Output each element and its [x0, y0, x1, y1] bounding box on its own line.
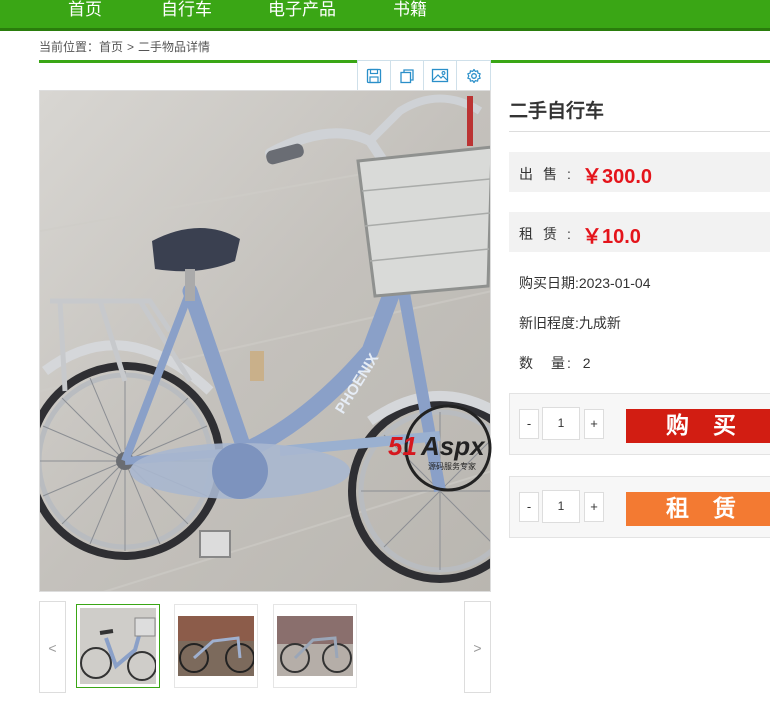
save-icon[interactable] [358, 61, 391, 90]
bicycle-photo: PHOENIX [40, 91, 490, 591]
buy-qty-input[interactable]: 1 [542, 407, 580, 440]
nav-item-books[interactable]: 书籍 [393, 0, 427, 28]
sale-price-row: 出售: ￥300.0 [509, 152, 770, 192]
breadcrumb: 当前位置：首页 > 二手物品详情 [39, 38, 210, 55]
rent-button[interactable]: 租赁 [626, 492, 770, 526]
thumbnail-strip: < > [39, 601, 491, 693]
buy-qty-plus-button[interactable]: + [584, 409, 604, 439]
purchase-date: 购买日期:2023-01-04 [519, 275, 651, 291]
quantity: 数 量: 2 [519, 353, 591, 373]
breadcrumb-current: 二手物品详情 [138, 40, 211, 54]
buy-qty-minus-button[interactable]: - [519, 409, 539, 439]
svg-text:Aspx: Aspx [420, 431, 486, 461]
rent-label: 租赁: [519, 226, 581, 242]
thumbnail-1[interactable] [76, 604, 160, 688]
rent-qty-plus-button[interactable]: + [584, 492, 604, 522]
nav-item-bicycle[interactable]: 自行车 [161, 0, 212, 28]
watermark-logo: 51 Aspx 源码服务专家 [388, 404, 492, 492]
product-title: 二手自行车 [509, 101, 605, 122]
rent-qty-minus-button[interactable]: - [519, 492, 539, 522]
copy-icon[interactable] [391, 61, 424, 90]
product-main-image[interactable]: PHOENIX [39, 90, 491, 592]
rent-price-row: 租赁: ￥10.0 [509, 212, 770, 252]
breadcrumb-home[interactable]: 首页 [99, 40, 123, 54]
settings-icon[interactable] [457, 61, 490, 90]
svg-text:源码服务专家: 源码服务专家 [428, 461, 476, 471]
rent-panel: - 1 + 租赁 [509, 476, 770, 538]
thumbnail-next-button[interactable]: > [464, 601, 491, 693]
quantity-label: 数 量: [519, 355, 573, 371]
nav-item-home[interactable]: 首页 [68, 0, 102, 28]
top-nav: 首页 自行车 电子产品 书籍 [0, 0, 770, 31]
image-toolbar [357, 60, 491, 91]
svg-text:51: 51 [388, 431, 417, 461]
sale-price: ￥300.0 [582, 166, 653, 188]
buy-button[interactable]: 购买 [626, 409, 770, 443]
rent-qty-input[interactable]: 1 [542, 490, 580, 523]
nav-item-electronics[interactable]: 电子产品 [268, 0, 336, 28]
title-divider [509, 131, 770, 132]
thumbnail-prev-button[interactable]: < [39, 601, 66, 693]
buy-panel: - 1 + 购买 [509, 393, 770, 455]
thumbnail-3[interactable] [273, 604, 357, 688]
image-icon[interactable] [424, 61, 457, 90]
breadcrumb-separator: > [127, 40, 135, 54]
breadcrumb-prefix: 当前位置： [39, 40, 100, 54]
thumbnail-2[interactable] [174, 604, 258, 688]
condition: 新旧程度:九成新 [519, 315, 621, 331]
quantity-value: 2 [582, 355, 591, 371]
rent-price: ￥10.0 [582, 226, 641, 248]
sale-label: 出售: [519, 166, 581, 182]
